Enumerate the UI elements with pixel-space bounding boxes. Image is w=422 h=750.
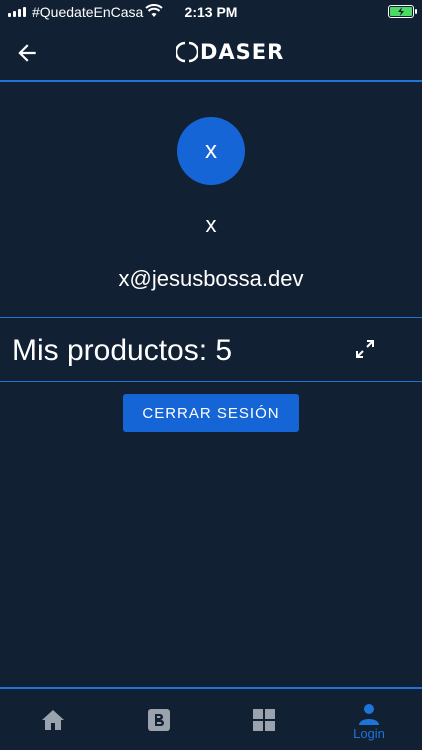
status-time: 2:13 PM: [184, 4, 238, 20]
my-products-label: Mis productos: 5: [12, 334, 233, 367]
person-icon: [359, 704, 379, 725]
app-header: DASER: [0, 24, 422, 82]
user-name: x: [205, 212, 217, 237]
bottom-nav: Login: [0, 687, 422, 750]
home-icon: [42, 710, 64, 730]
nav-brand[interactable]: [124, 689, 194, 750]
status-bar: #QuedateEnCasa 2:13 PM: [0, 0, 422, 24]
grid-icon: [253, 709, 275, 731]
brand-b-icon: [148, 709, 170, 731]
logo-text: DASER: [200, 40, 285, 64]
logo-mark-icon: [176, 41, 198, 63]
daser-logo: DASER: [176, 40, 284, 64]
expand-icon[interactable]: [356, 340, 374, 358]
nav-home[interactable]: [18, 689, 88, 750]
user-email: x@jesusbossa.dev: [118, 266, 304, 291]
back-arrow-icon[interactable]: [14, 40, 40, 66]
nav-catalog[interactable]: [229, 689, 299, 750]
nav-login[interactable]: Login: [334, 689, 404, 750]
nav-login-label: Login: [353, 726, 385, 741]
avatar: x: [177, 117, 245, 185]
logout-button[interactable]: CERRAR SESIÓN: [123, 394, 299, 432]
battery-icon: [388, 5, 417, 18]
